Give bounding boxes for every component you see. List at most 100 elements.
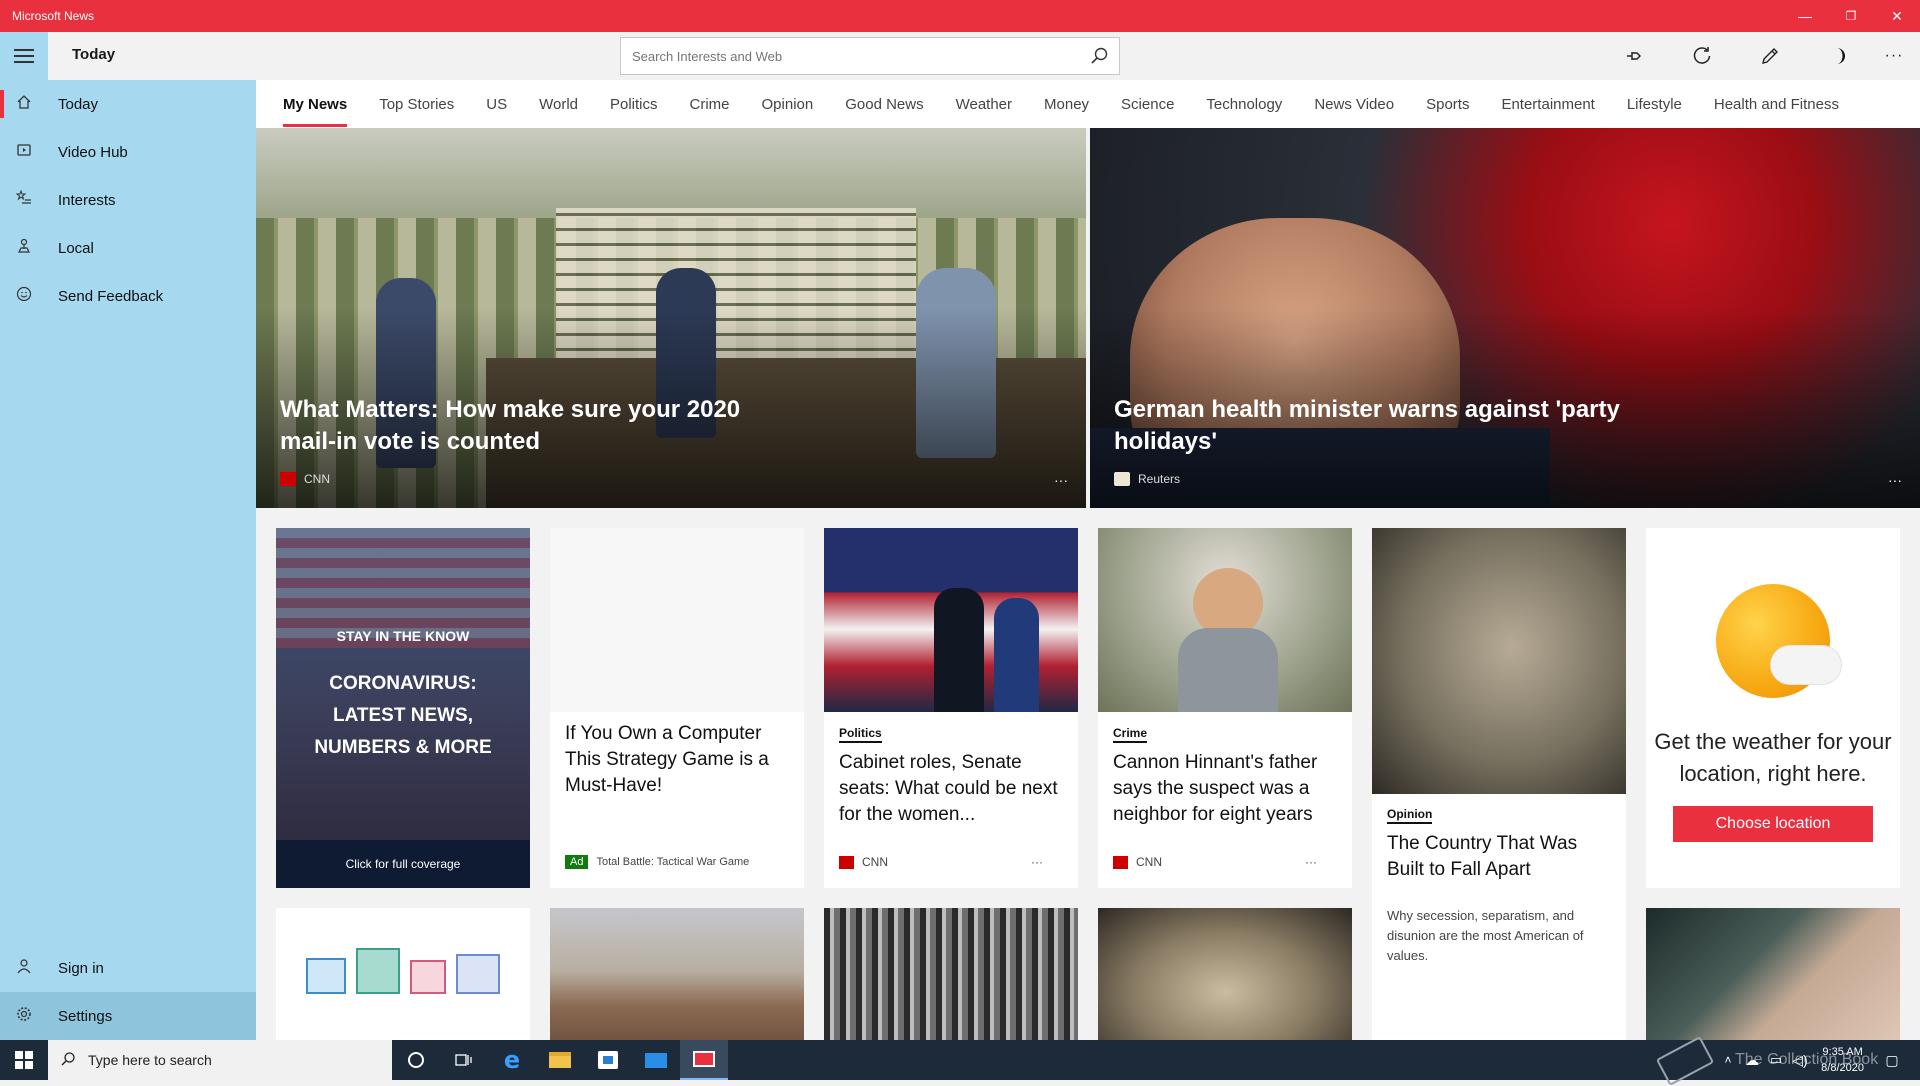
sidebar-item-label: Interests bbox=[58, 191, 116, 209]
more-options-icon[interactable]: ··· bbox=[1888, 472, 1902, 488]
file-explorer-button[interactable] bbox=[536, 1040, 584, 1080]
article-card-row2-3[interactable] bbox=[824, 908, 1078, 1040]
cortana-button[interactable] bbox=[392, 1040, 440, 1080]
sidebar-item-today[interactable]: Today bbox=[0, 80, 256, 128]
hero-article-german-minister[interactable]: German health minister warns against 'pa… bbox=[1090, 128, 1920, 508]
politics-article-card[interactable]: Politics Cabinet roles, Senate seats: Wh… bbox=[824, 528, 1078, 888]
watermark-book-icon bbox=[1655, 1036, 1715, 1086]
crime-article-card[interactable]: Crime Cannon Hinnant's father says the s… bbox=[1098, 528, 1352, 888]
dark-mode-button[interactable] bbox=[1818, 38, 1858, 74]
action-center-button[interactable]: ▢ bbox=[1872, 1040, 1912, 1080]
hero-headline[interactable]: What Matters: How make sure your 2020 ma… bbox=[280, 394, 800, 458]
opinion-article-card[interactable]: Opinion The Country That Was Built to Fa… bbox=[1372, 528, 1626, 1040]
sidebar-item-local[interactable]: Local bbox=[0, 224, 256, 272]
sidebar-item-send-feedback[interactable]: Send Feedback bbox=[0, 272, 256, 320]
article-image-mountains bbox=[550, 908, 804, 1040]
article-title[interactable]: The Country That Was Built to Fall Apart bbox=[1387, 831, 1611, 883]
store-button[interactable] bbox=[584, 1040, 632, 1080]
person-icon bbox=[0, 958, 48, 979]
pin-icon bbox=[1627, 52, 1641, 60]
full-coverage-link[interactable]: Click for full coverage bbox=[276, 840, 530, 888]
show-hidden-icons-button[interactable]: ˄ bbox=[1718, 1040, 1738, 1080]
search-icon[interactable] bbox=[1089, 46, 1109, 66]
more-options-icon[interactable]: ··· bbox=[1054, 472, 1068, 488]
tab-technology[interactable]: Technology bbox=[1206, 96, 1282, 113]
pin-button[interactable] bbox=[1614, 38, 1654, 74]
article-card-row2-2[interactable] bbox=[550, 908, 804, 1040]
tab-money[interactable]: Money bbox=[1044, 96, 1089, 113]
sidebar-item-interests[interactable]: Interests bbox=[0, 176, 256, 224]
volume-tray-icon[interactable]: ◁) bbox=[1788, 1040, 1812, 1080]
weather-card: Get the weather for your location, right… bbox=[1646, 528, 1900, 888]
tab-crime[interactable]: Crime bbox=[690, 96, 730, 113]
star-list-icon bbox=[0, 188, 48, 211]
tab-opinion[interactable]: Opinion bbox=[762, 96, 814, 113]
task-view-button[interactable] bbox=[440, 1040, 488, 1080]
sidebar-item-label: Today bbox=[58, 95, 99, 113]
hero-headline[interactable]: German health minister warns against 'pa… bbox=[1114, 394, 1634, 458]
close-button[interactable]: ✕ bbox=[1874, 0, 1920, 32]
more-options-icon[interactable]: ··· bbox=[1031, 855, 1043, 869]
news-app-taskbar-button[interactable] bbox=[680, 1040, 728, 1080]
tab-weather[interactable]: Weather bbox=[956, 96, 1012, 113]
chevron-up-icon: ˄ bbox=[1724, 1053, 1732, 1067]
refresh-button[interactable] bbox=[1682, 38, 1722, 74]
home-icon bbox=[0, 94, 48, 115]
search-box[interactable] bbox=[620, 37, 1120, 75]
choose-location-button[interactable]: Choose location bbox=[1673, 806, 1873, 842]
tab-world[interactable]: World bbox=[539, 96, 578, 113]
system-clock[interactable]: 9:35 AM 8/8/2020 bbox=[1821, 1044, 1864, 1076]
onedrive-tray-icon[interactable]: ☁ bbox=[1740, 1040, 1764, 1080]
article-card-row2-4[interactable] bbox=[1098, 908, 1352, 1040]
minimize-button[interactable]: — bbox=[1782, 0, 1828, 32]
coverage-kicker: STAY IN THE KNOW bbox=[336, 628, 470, 644]
article-title[interactable]: Cabinet roles, Senate seats: What could … bbox=[839, 750, 1063, 828]
sidebar-item-sign-in[interactable]: Sign in bbox=[0, 944, 256, 992]
ad-card[interactable]: If You Own a Computer This Strategy Game… bbox=[550, 528, 804, 888]
news-app-icon bbox=[693, 1051, 715, 1067]
article-title[interactable]: Cannon Hinnant's father says the suspect… bbox=[1113, 750, 1337, 828]
tab-us[interactable]: US bbox=[486, 96, 507, 113]
search-input[interactable] bbox=[621, 38, 1061, 74]
more-button[interactable]: ··· bbox=[1874, 38, 1914, 74]
tab-health-and-fitness[interactable]: Health and Fitness bbox=[1714, 96, 1839, 113]
tab-politics[interactable]: Politics bbox=[610, 96, 658, 113]
ad-title[interactable]: If You Own a Computer This Strategy Game… bbox=[565, 721, 789, 799]
start-button[interactable] bbox=[0, 1040, 48, 1080]
category-label[interactable]: Opinion bbox=[1387, 807, 1433, 824]
folder-icon bbox=[549, 1052, 571, 1068]
ad-image-placeholder bbox=[550, 528, 804, 712]
article-card-row2-6[interactable] bbox=[1646, 908, 1900, 1040]
category-label[interactable]: Politics bbox=[839, 726, 882, 743]
store-bag-icon bbox=[598, 1051, 618, 1069]
tab-top-stories[interactable]: Top Stories bbox=[379, 96, 454, 113]
tab-good-news[interactable]: Good News bbox=[845, 96, 923, 113]
more-options-icon[interactable]: ··· bbox=[1305, 855, 1317, 869]
location-icon bbox=[0, 238, 48, 259]
edit-button[interactable] bbox=[1750, 38, 1790, 74]
tab-news-video[interactable]: News Video bbox=[1314, 96, 1394, 113]
edit-icon bbox=[1762, 48, 1778, 64]
sidebar-item-video-hub[interactable]: Video Hub bbox=[0, 128, 256, 176]
coverage-card[interactable]: STAY IN THE KNOW CORONAVIRUS: LATEST NEW… bbox=[276, 528, 530, 888]
weather-prompt: Get the weather for your location, right… bbox=[1654, 729, 1892, 786]
source-name: Reuters bbox=[1138, 472, 1181, 486]
tab-lifestyle[interactable]: Lifestyle bbox=[1627, 96, 1682, 113]
crime-article-image bbox=[1098, 528, 1352, 712]
ad-sponsor: Total Battle: Tactical War Game bbox=[596, 856, 750, 868]
article-image-phones bbox=[1646, 908, 1900, 1040]
tab-science[interactable]: Science bbox=[1121, 96, 1174, 113]
tab-my-news[interactable]: My News bbox=[283, 96, 348, 127]
taskbar-search-box[interactable]: Type here to search bbox=[48, 1040, 392, 1080]
edge-button[interactable]: e bbox=[488, 1040, 536, 1080]
sidebar-item-settings[interactable]: Settings bbox=[0, 992, 256, 1040]
network-tray-icon[interactable]: ▭ bbox=[1764, 1040, 1788, 1080]
tab-sports[interactable]: Sports bbox=[1426, 96, 1469, 113]
tab-entertainment[interactable]: Entertainment bbox=[1501, 96, 1594, 113]
hero-article-mail-vote[interactable]: What Matters: How make sure your 2020 ma… bbox=[256, 128, 1086, 508]
hamburger-menu-button[interactable] bbox=[0, 32, 48, 80]
category-label[interactable]: Crime bbox=[1113, 726, 1148, 743]
restore-button[interactable]: ❐ bbox=[1828, 0, 1874, 32]
article-card-row2-1[interactable] bbox=[276, 908, 530, 1040]
mail-button[interactable] bbox=[632, 1040, 680, 1080]
